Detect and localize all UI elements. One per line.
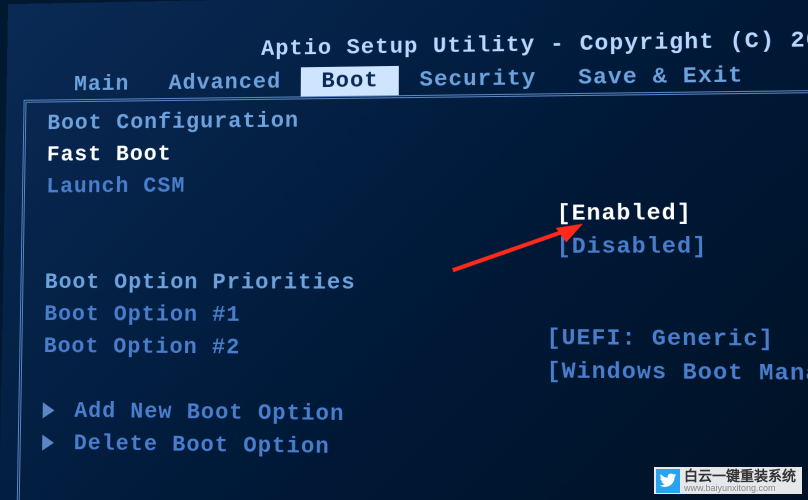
launch-csm-value[interactable]: [Disabled] [557, 230, 808, 264]
watermark-sub: www.baiyunxitong.com [684, 484, 796, 494]
boot-option-2-label: Boot Option #2 [44, 334, 241, 361]
section-boot-priorities: Boot Option Priorities [45, 267, 808, 301]
content-frame: Boot Configuration Fast Boot Launch CSM … [17, 90, 808, 500]
launch-csm-label: Launch CSM [46, 174, 185, 200]
add-boot-option-label: Add New Boot Option [74, 399, 345, 428]
watermark: 白云一键重装系统 www.baiyunxitong.com [654, 467, 802, 494]
watermark-text: 白云一键重装系统 www.baiyunxitong.com [684, 469, 796, 494]
triangle-icon [43, 402, 55, 418]
boot-option-2-value[interactable]: [Windows Boot Manag [547, 356, 808, 392]
tab-main[interactable]: Main [55, 70, 150, 100]
value-column-1: [Enabled] [Disabled] [557, 197, 808, 265]
tab-security[interactable]: Security [399, 64, 557, 96]
tab-boot[interactable]: Boot [301, 66, 399, 96]
header-title: Aptio Setup Utility - Copyright (C) 20 [261, 28, 808, 62]
tab-advanced[interactable]: Advanced [149, 67, 302, 98]
watermark-main: 白云一键重装系统 [684, 468, 796, 484]
boot-option-1-value[interactable]: [UEFI: Generic] [547, 322, 808, 358]
bios-header: Aptio Setup Utility - Copyright (C) 20 [7, 0, 808, 66]
value-column-2: [UEFI: Generic] [Windows Boot Manag [547, 322, 808, 392]
item-fast-boot[interactable]: Fast Boot [47, 133, 808, 172]
tab-save-exit[interactable]: Save & Exit [557, 61, 765, 94]
bios-screen: Aptio Setup Utility - Copyright (C) 20 M… [0, 0, 808, 500]
triangle-icon [42, 435, 54, 451]
fast-boot-value[interactable]: [Enabled] [557, 197, 808, 231]
delete-boot-option-label: Delete Boot Option [74, 431, 330, 460]
fast-boot-label: Fast Boot [47, 142, 172, 168]
boot-option-1-label: Boot Option #1 [44, 302, 241, 328]
bird-icon [656, 469, 680, 493]
